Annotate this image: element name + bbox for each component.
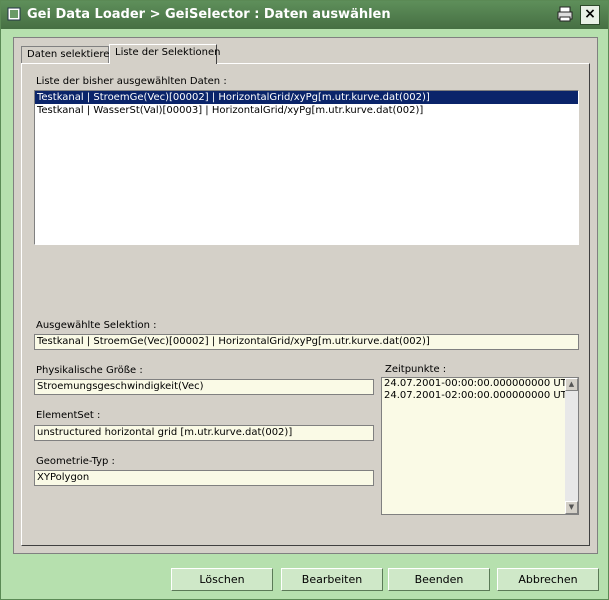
window-title: Gei Data Loader > GeiSelector : Daten au… — [27, 7, 391, 22]
tab-liste-der-selektionen[interactable]: Liste der Selektionen — [109, 44, 220, 64]
vertical-scrollbar[interactable]: ▲ ▼ — [565, 378, 578, 514]
list-item[interactable]: 24.07.2001-00:00:00.000000000 UTC — [382, 378, 578, 390]
selected-selection-field[interactable]: Testkanal | StroemGe(Vec)[00002] | Horiz… — [34, 334, 579, 350]
dialog-window: Gei Data Loader > GeiSelector : Daten au… — [0, 0, 609, 600]
print-icon[interactable] — [556, 5, 574, 23]
physikalische-groesse-field[interactable]: Stroemungsgeschwindigkeit(Vec) — [34, 379, 374, 395]
scroll-up-icon[interactable]: ▲ — [565, 378, 578, 391]
selection-list[interactable]: Testkanal | StroemGe(Vec)[00002] | Horiz… — [34, 90, 579, 245]
geometrie-typ-field[interactable]: XYPolygon — [34, 470, 374, 486]
abbrechen-button[interactable]: Abbrechen — [497, 568, 599, 591]
zeitpunkte-list[interactable]: 24.07.2001-00:00:00.000000000 UTC 24.07.… — [381, 377, 579, 515]
selection-list-label: Liste der bisher ausgewählten Daten : — [36, 76, 227, 87]
beenden-button[interactable]: Beenden — [388, 568, 490, 591]
elementset-label: ElementSet : — [36, 410, 101, 421]
title-bar[interactable]: Gei Data Loader > GeiSelector : Daten au… — [1, 1, 608, 29]
list-item[interactable]: 24.07.2001-02:00:00.000000000 UTC — [382, 390, 578, 402]
zeitpunkte-label: Zeitpunkte : — [385, 364, 447, 375]
close-button[interactable]: × — [580, 5, 600, 25]
geometrie-typ-label: Geometrie-Typ : — [36, 456, 115, 467]
loeschen-button[interactable]: Löschen — [171, 568, 273, 591]
list-item[interactable]: Testkanal | StroemGe(Vec)[00002] | Horiz… — [35, 91, 578, 104]
list-item[interactable]: Testkanal | WasserSt(Val)[00003] | Horiz… — [35, 104, 578, 117]
physikalische-groesse-label: Physikalische Größe : — [36, 365, 143, 376]
elementset-field[interactable]: unstructured horizontal grid [m.utr.kurv… — [34, 425, 374, 441]
scroll-down-icon[interactable]: ▼ — [565, 501, 578, 514]
tab-daten-selektieren[interactable]: Daten selektieren — [21, 46, 116, 64]
bearbeiten-button[interactable]: Bearbeiten — [281, 568, 383, 591]
app-icon — [7, 7, 21, 21]
selected-selection-label: Ausgewählte Selektion : — [36, 320, 157, 331]
